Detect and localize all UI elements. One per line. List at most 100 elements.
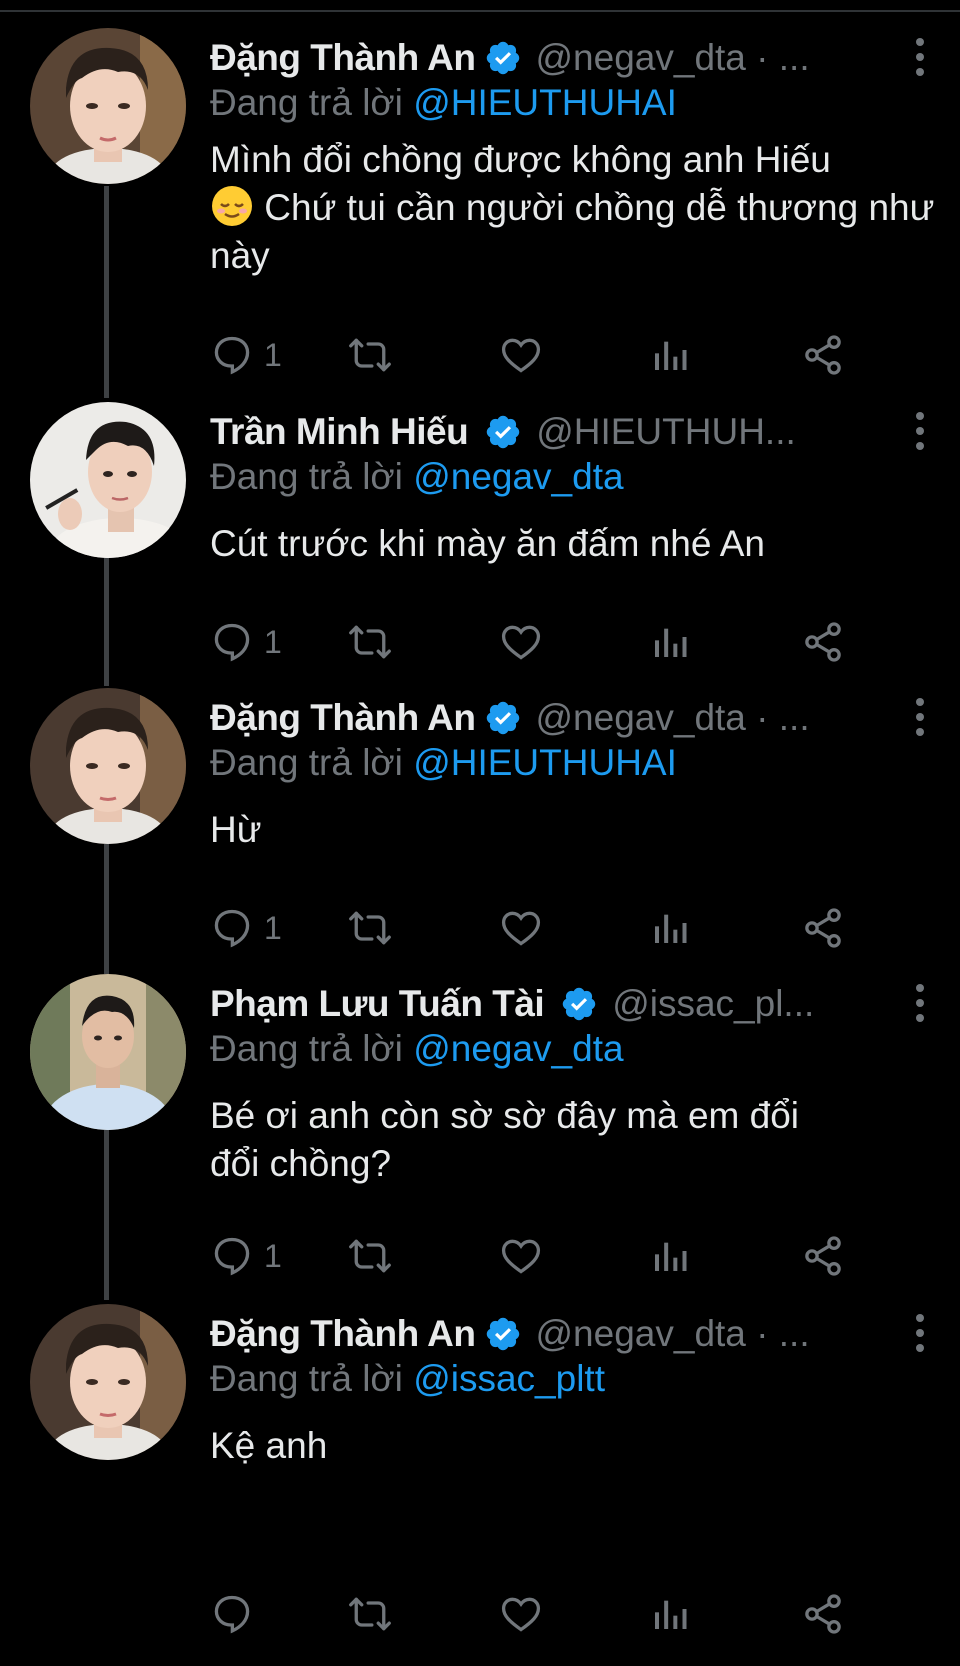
reply-button[interactable]: 1 [210, 612, 282, 672]
views-icon [655, 1242, 687, 1271]
reply-context: Đang trả lời @issac_pltt [210, 1358, 940, 1408]
views-icon [655, 914, 687, 943]
reply-count: 1 [264, 336, 282, 373]
retweet-button[interactable] [345, 325, 395, 385]
tweet-actions: 1 [210, 325, 910, 385]
like-button[interactable] [498, 898, 544, 958]
share-button[interactable] [800, 325, 846, 385]
reply-context: Đang trả lời @HIEUTHUHAI [210, 82, 940, 132]
relieved-face-icon [212, 186, 252, 226]
share-button[interactable] [800, 612, 846, 672]
retweet-button[interactable] [345, 1584, 395, 1644]
reply-button[interactable]: 1 [210, 1226, 282, 1286]
display-name[interactable]: Đặng Thành An [210, 37, 476, 79]
tweet-text-line: Chứ tui cần người chồng dễ thương như nà… [210, 187, 935, 276]
reply-icon [214, 1237, 250, 1276]
tweet-actions: 1 [210, 898, 910, 958]
share-button[interactable] [800, 898, 846, 958]
handle[interactable]: @issac_pl... [612, 983, 814, 1025]
reply-button[interactable] [210, 1584, 264, 1644]
retweet-icon [349, 625, 391, 659]
retweet-button[interactable] [345, 898, 395, 958]
reply-count: 1 [264, 909, 282, 946]
more-icon[interactable] [900, 982, 940, 1026]
retweet-icon [349, 1239, 391, 1273]
handle[interactable]: @negav_dta · ... [536, 697, 810, 739]
tweet-actions [210, 1584, 910, 1644]
views-button[interactable] [650, 612, 690, 672]
display-name[interactable]: Đặng Thành An [210, 1313, 476, 1355]
handle[interactable]: @HIEUTHUH... [536, 411, 796, 453]
verified-badge-icon [486, 41, 519, 75]
share-icon [805, 622, 841, 662]
retweet-button[interactable] [345, 612, 395, 672]
views-button[interactable] [650, 1584, 690, 1644]
like-button[interactable] [498, 1226, 544, 1286]
more-icon[interactable] [900, 36, 940, 80]
tweet-text: Bé ơi anh còn sờ sờ đây mà em đổi đổi ch… [210, 1095, 800, 1184]
like-button[interactable] [498, 1584, 544, 1644]
tweet-text: Kệ anh [210, 1425, 328, 1466]
display-name[interactable]: Trần Minh Hiếu [210, 411, 469, 453]
mention-link[interactable]: @negav_dta [413, 1028, 623, 1069]
avatar[interactable] [30, 402, 186, 558]
share-icon [805, 335, 841, 375]
retweet-icon [349, 911, 391, 945]
reply-count: 1 [264, 1237, 282, 1274]
handle[interactable]: @negav_dta · ... [536, 1313, 810, 1355]
like-button[interactable] [498, 325, 544, 385]
thread-line [104, 1130, 109, 1300]
display-name[interactable]: Phạm Lưu Tuấn Tài [210, 983, 545, 1025]
mention-link[interactable]: @issac_pltt [413, 1358, 605, 1399]
views-icon [655, 1600, 687, 1629]
mention-link[interactable]: @HIEUTHUHAI [413, 742, 677, 783]
reply-button[interactable]: 1 [210, 325, 282, 385]
more-icon[interactable] [900, 696, 940, 740]
mention-link[interactable]: @HIEUTHUHAI [413, 82, 677, 123]
avatar[interactable] [30, 1304, 186, 1460]
views-button[interactable] [650, 325, 690, 385]
retweet-icon [349, 338, 391, 372]
views-button[interactable] [650, 1226, 690, 1286]
retweet-icon [349, 1597, 391, 1631]
avatar[interactable] [30, 974, 186, 1130]
retweet-button[interactable] [345, 1226, 395, 1286]
reply-icon [214, 336, 250, 375]
handle[interactable]: @negav_dta · ... [536, 37, 810, 79]
like-icon [501, 1597, 541, 1632]
verified-badge-icon [562, 987, 596, 1021]
views-button[interactable] [650, 898, 690, 958]
reply-context: Đang trả lời @HIEUTHUHAI [210, 742, 940, 792]
like-icon [501, 338, 541, 373]
share-icon [805, 1594, 841, 1634]
tweet-actions: 1 [210, 1226, 910, 1286]
reply-prefix: Đang trả lời [210, 1028, 403, 1069]
share-icon [805, 908, 841, 948]
reply-prefix: Đang trả lời [210, 1358, 403, 1399]
tweet-text: Cút trước khi mày ăn đấm nhé An [210, 523, 765, 564]
mention-link[interactable]: @negav_dta [413, 456, 623, 497]
verified-badge-icon [486, 1317, 519, 1351]
like-icon [501, 625, 541, 660]
reply-context: Đang trả lời @negav_dta [210, 1028, 940, 1078]
views-icon [655, 341, 687, 370]
reply-prefix: Đang trả lời [210, 456, 403, 497]
more-icon[interactable] [900, 1312, 940, 1356]
reply-icon [214, 909, 250, 948]
views-icon [655, 628, 687, 657]
reply-button[interactable]: 1 [210, 898, 282, 958]
tweet-text: Mình đổi chồng được không anh Hiếu Chứ t… [210, 136, 940, 280]
more-icon[interactable] [900, 410, 940, 454]
thread-line [104, 556, 109, 686]
verified-badge-icon [486, 415, 520, 449]
avatar[interactable] [30, 28, 186, 184]
like-icon [501, 1239, 541, 1274]
reply-context: Đang trả lời @negav_dta [210, 456, 940, 506]
like-button[interactable] [498, 612, 544, 672]
tweet-text: Hừ [210, 809, 262, 850]
share-button[interactable] [800, 1226, 846, 1286]
avatar[interactable] [30, 688, 186, 844]
display-name[interactable]: Đặng Thành An [210, 697, 476, 739]
share-button[interactable] [800, 1584, 846, 1644]
reply-count: 1 [264, 623, 282, 660]
